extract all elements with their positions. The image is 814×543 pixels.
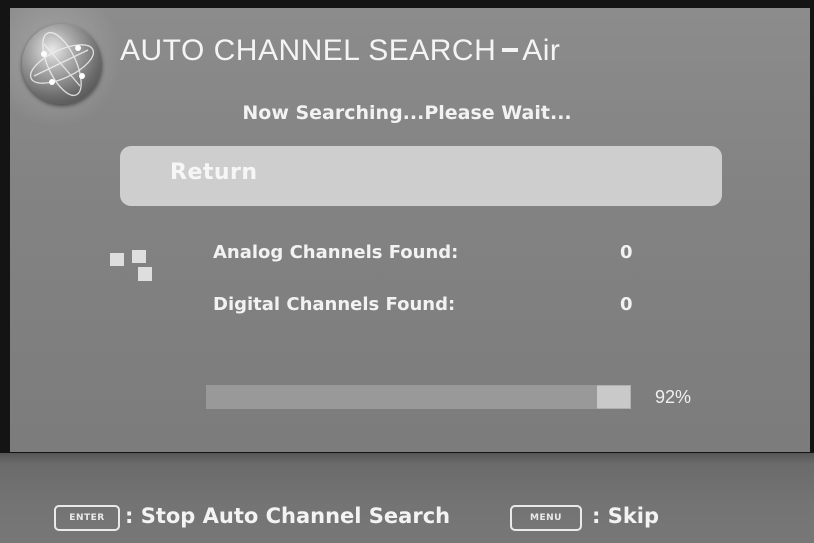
skip-hint: : Skip — [592, 504, 660, 528]
channel-list-icon-cell — [110, 253, 124, 266]
channel-list-icon — [110, 250, 154, 284]
page-title: AUTO CHANNEL SEARCH Air — [120, 34, 560, 68]
search-status: Now Searching...Please Wait... — [242, 102, 572, 124]
analog-channels-label: Analog Channels Found: — [213, 242, 459, 263]
menu-key-badge[interactable]: MENU — [510, 505, 582, 531]
return-label: Return — [170, 160, 258, 185]
footer-bar: ENTER : Stop Auto Channel Search MENU : … — [0, 453, 814, 543]
search-progress-bar — [206, 385, 631, 409]
digital-channels-label: Digital Channels Found: — [213, 294, 456, 315]
enter-key-badge[interactable]: ENTER — [54, 505, 120, 531]
search-progress-percent: 92% — [655, 387, 692, 407]
stop-search-hint: : Stop Auto Channel Search — [125, 504, 451, 528]
title-dash — [502, 48, 519, 53]
digital-channels-count: 0 — [620, 294, 633, 315]
return-button[interactable]: Return — [120, 146, 722, 206]
analog-channels-count: 0 — [620, 242, 633, 263]
title-source: Air — [522, 34, 561, 67]
title-text: AUTO CHANNEL SEARCH — [120, 34, 497, 67]
channel-list-icon-cell — [132, 250, 146, 263]
globe-icon — [22, 24, 102, 104]
search-progress-fill — [206, 385, 597, 409]
channel-list-icon-cell — [138, 267, 152, 281]
